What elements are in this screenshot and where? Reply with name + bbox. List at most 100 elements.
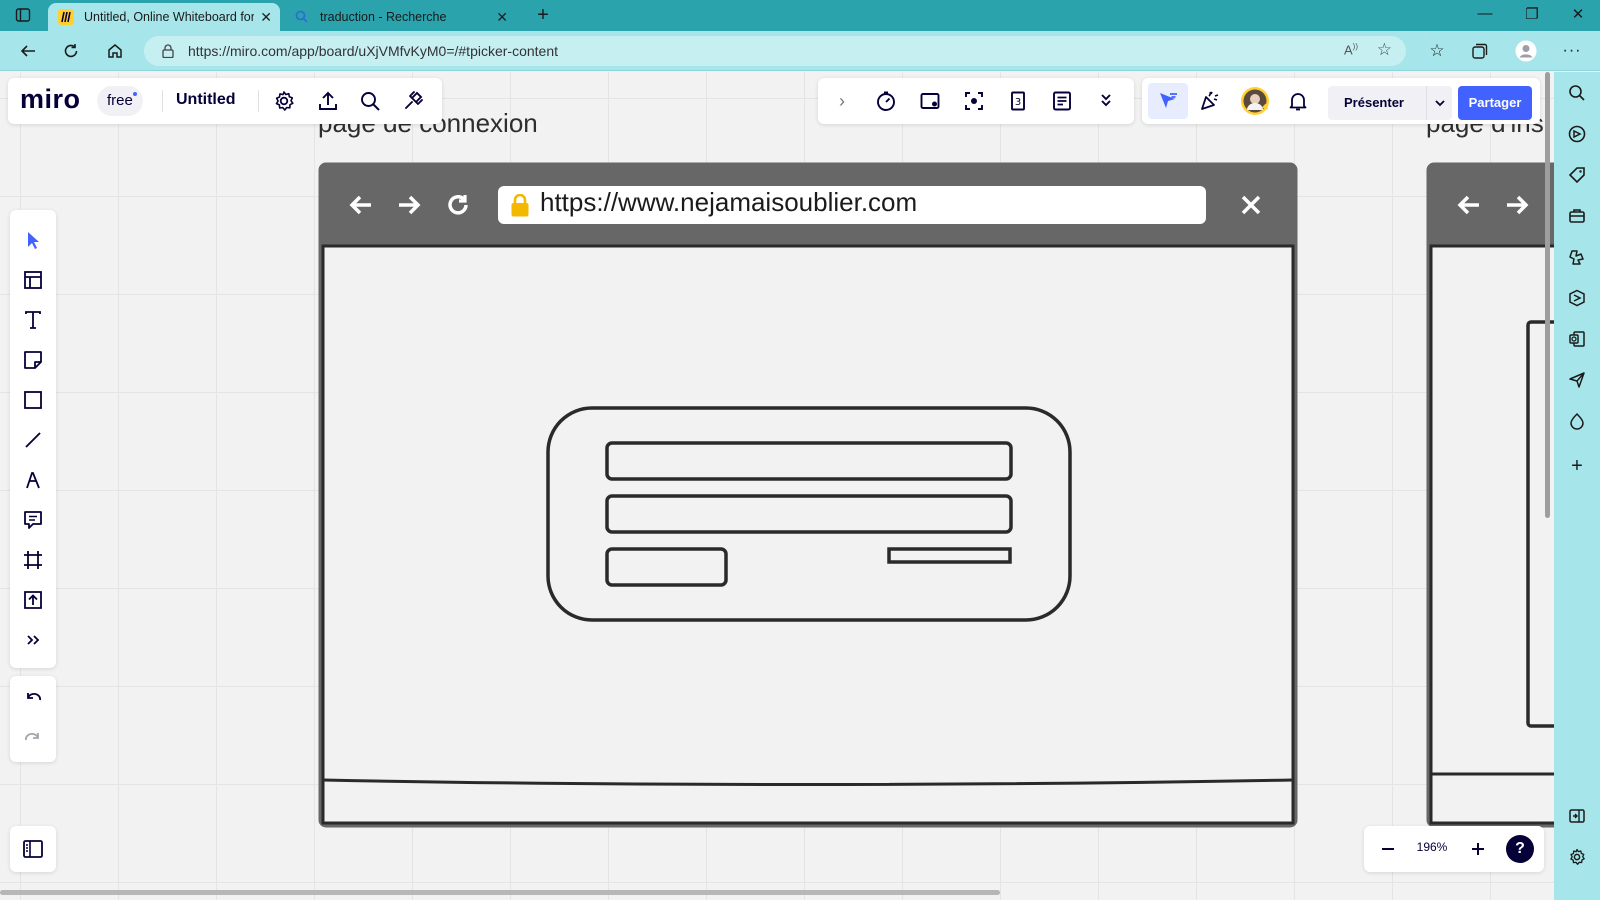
frame-tool-icon[interactable] bbox=[19, 546, 47, 574]
board-panel-toggle[interactable] bbox=[10, 826, 56, 872]
wire2-forward-icon bbox=[1504, 192, 1530, 223]
sidebar-panel-icon bbox=[19, 835, 47, 863]
more-tools-icon[interactable] bbox=[19, 626, 47, 654]
search-icon[interactable] bbox=[356, 87, 384, 115]
upload-icon[interactable] bbox=[19, 586, 47, 614]
settings-icon[interactable] bbox=[270, 87, 298, 115]
comment-icon[interactable] bbox=[19, 506, 47, 534]
user-avatar[interactable] bbox=[1240, 86, 1270, 116]
board-header-panel: miro free Untitled bbox=[8, 78, 442, 124]
add-sidebar-app-icon[interactable]: + bbox=[1566, 455, 1588, 477]
shape-tool-icon[interactable] bbox=[19, 386, 47, 414]
chevron-right-icon[interactable]: › bbox=[828, 87, 856, 115]
plan-badge-label: free bbox=[107, 92, 133, 109]
text-tool-icon[interactable] bbox=[19, 306, 47, 334]
sticky-note-icon[interactable] bbox=[19, 346, 47, 374]
browser-toolbar: https://miro.com/app/board/uXjVMfvKyM0=/… bbox=[0, 31, 1600, 71]
help-button[interactable]: ? bbox=[1506, 835, 1534, 863]
magic-integration-icon[interactable] bbox=[399, 87, 427, 115]
chevrons-down-icon[interactable] bbox=[1092, 87, 1120, 115]
focus-frame-icon[interactable] bbox=[960, 87, 988, 115]
collections-icon[interactable] bbox=[1469, 40, 1491, 62]
new-tab-icon[interactable]: + bbox=[532, 4, 554, 26]
wire-refresh-icon bbox=[445, 192, 471, 223]
more-options-icon[interactable]: ··· bbox=[1561, 40, 1583, 62]
drop-icon[interactable] bbox=[1566, 410, 1588, 432]
miro-logo[interactable]: miro bbox=[20, 84, 81, 115]
line-tool-icon[interactable] bbox=[19, 426, 47, 454]
wire-close-icon bbox=[1238, 192, 1264, 223]
vertical-scrollbar[interactable] bbox=[1545, 72, 1550, 518]
copilot-icon[interactable] bbox=[1566, 123, 1588, 145]
present-button[interactable]: Présenter bbox=[1328, 86, 1452, 120]
voting-icon[interactable]: 3 bbox=[1004, 87, 1032, 115]
games-icon[interactable] bbox=[1566, 246, 1588, 268]
office-icon[interactable] bbox=[1566, 287, 1588, 309]
wire-forward-icon bbox=[396, 192, 422, 223]
send-icon[interactable] bbox=[1566, 369, 1588, 391]
tab-title: Untitled, Online Whiteboard for bbox=[84, 10, 254, 24]
board-name[interactable]: Untitled bbox=[176, 91, 236, 109]
favorites-icon[interactable]: ☆ bbox=[1426, 40, 1448, 62]
present-label: Présenter bbox=[1344, 95, 1404, 110]
pen-tool-icon[interactable] bbox=[19, 466, 47, 494]
wire-url-text: https://www.nejamaisoublier.com bbox=[540, 187, 918, 217]
maximize-icon[interactable]: ❐ bbox=[1517, 5, 1547, 23]
tab-miro[interactable]: Untitled, Online Whiteboard for ✕ bbox=[48, 3, 280, 31]
wireframe-browser-signup[interactable] bbox=[1426, 162, 1554, 828]
tab-actions-icon[interactable] bbox=[12, 4, 34, 26]
read-aloud-icon[interactable]: A)) bbox=[1344, 42, 1358, 57]
lock-icon bbox=[162, 44, 174, 59]
select-cursor-icon[interactable] bbox=[19, 226, 47, 254]
templates-icon[interactable] bbox=[19, 266, 47, 294]
wire-url-field: https://www.nejamaisoublier.com bbox=[498, 186, 1206, 224]
home-icon[interactable] bbox=[104, 40, 126, 62]
address-bar[interactable]: https://miro.com/app/board/uXjVMfvKyM0=/… bbox=[144, 36, 1406, 66]
card-add-icon[interactable] bbox=[916, 87, 944, 115]
tools-briefcase-icon[interactable] bbox=[1566, 205, 1588, 227]
refresh-icon[interactable] bbox=[60, 40, 82, 62]
present-dropdown-icon[interactable] bbox=[1426, 86, 1452, 120]
collaboration-toolbar: › 3 bbox=[818, 78, 1134, 124]
celebration-icon[interactable] bbox=[1196, 87, 1224, 115]
notifications-bell-icon[interactable] bbox=[1284, 87, 1312, 115]
tools-palette bbox=[10, 210, 56, 668]
badge-dot bbox=[132, 92, 137, 96]
notes-icon[interactable] bbox=[1048, 87, 1076, 115]
redo-icon[interactable] bbox=[19, 726, 47, 754]
zoom-level[interactable]: 196% bbox=[1410, 840, 1454, 854]
close-window-icon[interactable]: ✕ bbox=[1563, 5, 1593, 23]
profile-avatar[interactable] bbox=[1515, 40, 1537, 62]
wireframe-browser-login[interactable]: https://www.nejamaisoublier.com bbox=[318, 162, 1298, 828]
add-favorite-icon[interactable]: ☆ bbox=[1377, 40, 1392, 60]
wire2-back-icon bbox=[1456, 192, 1482, 223]
shopping-tag-icon[interactable] bbox=[1566, 164, 1588, 186]
horizontal-scrollbar[interactable] bbox=[0, 890, 1000, 895]
back-icon[interactable] bbox=[17, 40, 39, 62]
miro-favicon-icon bbox=[58, 9, 74, 25]
history-panel bbox=[10, 676, 56, 762]
board-canvas[interactable]: page de connexion page d'ins bbox=[0, 72, 1554, 900]
search-icon[interactable] bbox=[1566, 82, 1588, 104]
zoom-out-icon[interactable] bbox=[1374, 835, 1402, 863]
upload-export-icon[interactable] bbox=[314, 87, 342, 115]
share-panel: Présenter Partager bbox=[1142, 78, 1540, 124]
share-button[interactable]: Partager bbox=[1458, 86, 1532, 120]
help-label: ? bbox=[1515, 840, 1525, 857]
timer-icon[interactable] bbox=[872, 87, 900, 115]
browser-sidebar: + bbox=[1554, 72, 1600, 900]
tab-traduction[interactable]: traduction - Recherche ✕ bbox=[284, 3, 516, 31]
minimize-icon[interactable]: — bbox=[1470, 5, 1500, 22]
cursor-filter-icon[interactable] bbox=[1148, 83, 1188, 119]
close-tab-icon[interactable]: ✕ bbox=[260, 9, 272, 26]
wire-lock-icon bbox=[510, 193, 530, 223]
close-tab-icon[interactable]: ✕ bbox=[496, 9, 508, 26]
zoom-panel: 196% ? bbox=[1364, 826, 1544, 872]
zoom-in-icon[interactable] bbox=[1464, 835, 1492, 863]
plan-badge[interactable]: free bbox=[97, 86, 143, 116]
tab-title: traduction - Recherche bbox=[320, 10, 447, 24]
hide-sidebar-icon[interactable] bbox=[1566, 805, 1588, 827]
sidebar-settings-icon[interactable] bbox=[1566, 846, 1588, 868]
undo-icon[interactable] bbox=[19, 686, 47, 714]
outlook-icon[interactable] bbox=[1566, 328, 1588, 350]
